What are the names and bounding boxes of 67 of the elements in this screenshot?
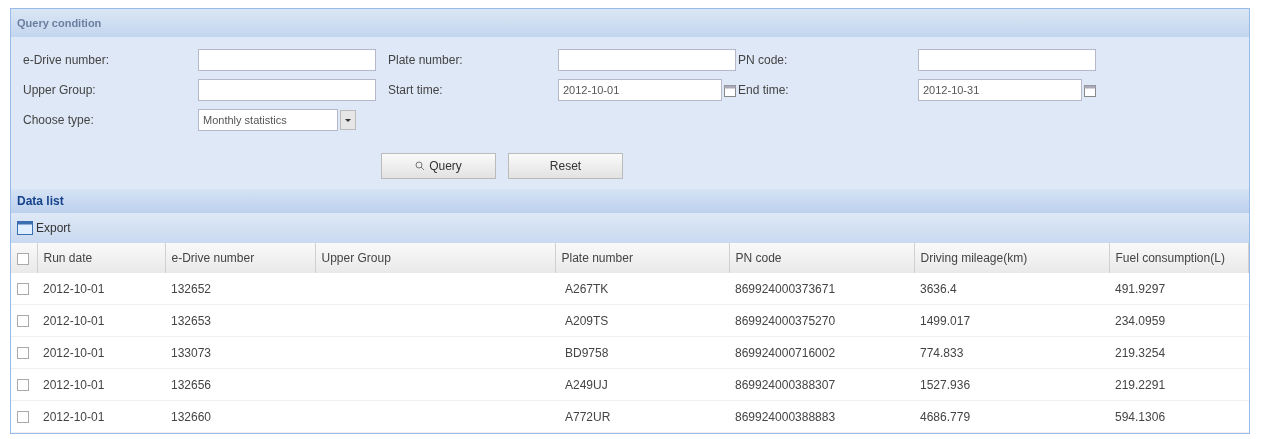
field-label: Upper Group: bbox=[23, 83, 97, 97]
table-cell: A209TS bbox=[555, 304, 729, 337]
export-button[interactable]: Export bbox=[17, 217, 71, 239]
type-dropdown[interactable]: Monthly statistics bbox=[198, 109, 338, 131]
table-cell: 869924000388307 bbox=[729, 368, 914, 401]
caret-icon[interactable] bbox=[340, 110, 356, 130]
query-button[interactable]: Query bbox=[381, 153, 496, 179]
table-cell: 3636.4 bbox=[914, 273, 1109, 305]
table-cell: 2012-10-01 bbox=[37, 368, 165, 401]
input-field[interactable] bbox=[198, 49, 376, 71]
calendar-icon[interactable] bbox=[724, 83, 736, 97]
input-field[interactable] bbox=[918, 49, 1096, 71]
table-cell: 869924000373671 bbox=[729, 273, 914, 305]
row-checkbox[interactable] bbox=[17, 347, 29, 360]
search-icon bbox=[415, 161, 426, 171]
table-cell: 2012-10-01 bbox=[37, 304, 165, 337]
table-cell: 491.9297 bbox=[1109, 273, 1249, 305]
table-cell: 2012-10-01 bbox=[37, 336, 165, 369]
table-cell: A772UR bbox=[555, 400, 729, 433]
table-cell: 869924000375270 bbox=[729, 304, 914, 337]
select-all-checkbox[interactable] bbox=[17, 252, 29, 265]
table-cell: 132652 bbox=[165, 273, 315, 305]
table-cell: 132656 bbox=[165, 368, 315, 401]
row-checkbox[interactable] bbox=[17, 315, 29, 328]
column-header[interactable]: Run date bbox=[37, 243, 165, 273]
window-icon bbox=[17, 221, 33, 235]
table-cell: BD9758 bbox=[555, 336, 729, 369]
table-cell: 4686.779 bbox=[914, 400, 1109, 433]
field-label: Plate number: bbox=[388, 53, 464, 67]
table-cell: 234.0959 bbox=[1109, 304, 1249, 337]
table-cell: 869924000388883 bbox=[729, 400, 914, 433]
table-cell: 219.3254 bbox=[1109, 336, 1249, 369]
table-cell: 133073 bbox=[165, 336, 315, 369]
column-header[interactable]: PN code bbox=[729, 243, 914, 273]
row-checkbox[interactable] bbox=[17, 283, 29, 296]
table-cell: A267TK bbox=[555, 273, 729, 305]
row-checkbox[interactable] bbox=[17, 411, 29, 424]
field-label: Start time: bbox=[388, 83, 444, 97]
panel-title: Query condition bbox=[11, 9, 1249, 37]
table-cell: 594.1306 bbox=[1109, 400, 1249, 433]
table-cell: A249UJ bbox=[555, 368, 729, 401]
reset-button[interactable]: Reset bbox=[508, 153, 623, 179]
table-cell: 1527.936 bbox=[914, 368, 1109, 401]
field-label: e-Drive number: bbox=[23, 53, 111, 67]
date-field[interactable]: 2012-10-31 bbox=[918, 79, 1082, 101]
table-cell: 2012-10-01 bbox=[37, 273, 165, 305]
column-header[interactable]: e-Drive number bbox=[165, 243, 315, 273]
table-cell: 2012-10-01 bbox=[37, 400, 165, 433]
table-cell: 132653 bbox=[165, 304, 315, 337]
field-label: End time: bbox=[738, 83, 790, 97]
field-label: PN code: bbox=[738, 53, 789, 67]
table-cell: 1499.017 bbox=[914, 304, 1109, 337]
calendar-icon[interactable] bbox=[1084, 83, 1096, 97]
field-label: Choose type: bbox=[23, 113, 95, 127]
column-header[interactable]: Driving mileage(km) bbox=[914, 243, 1109, 273]
section-title: Data list bbox=[11, 189, 1249, 213]
column-header[interactable]: Upper Group bbox=[315, 243, 555, 273]
table-cell: 774.833 bbox=[914, 336, 1109, 369]
date-field[interactable]: 2012-10-01 bbox=[558, 79, 722, 101]
column-header[interactable]: Plate number bbox=[555, 243, 729, 273]
input-field[interactable] bbox=[198, 79, 376, 101]
column-header[interactable]: Fuel consumption(L) bbox=[1109, 243, 1249, 273]
table-cell: 869924000716002 bbox=[729, 336, 914, 369]
table-cell: 132660 bbox=[165, 400, 315, 433]
table-cell: 219.2291 bbox=[1109, 368, 1249, 401]
input-field[interactable] bbox=[558, 49, 736, 71]
row-checkbox[interactable] bbox=[17, 379, 29, 392]
